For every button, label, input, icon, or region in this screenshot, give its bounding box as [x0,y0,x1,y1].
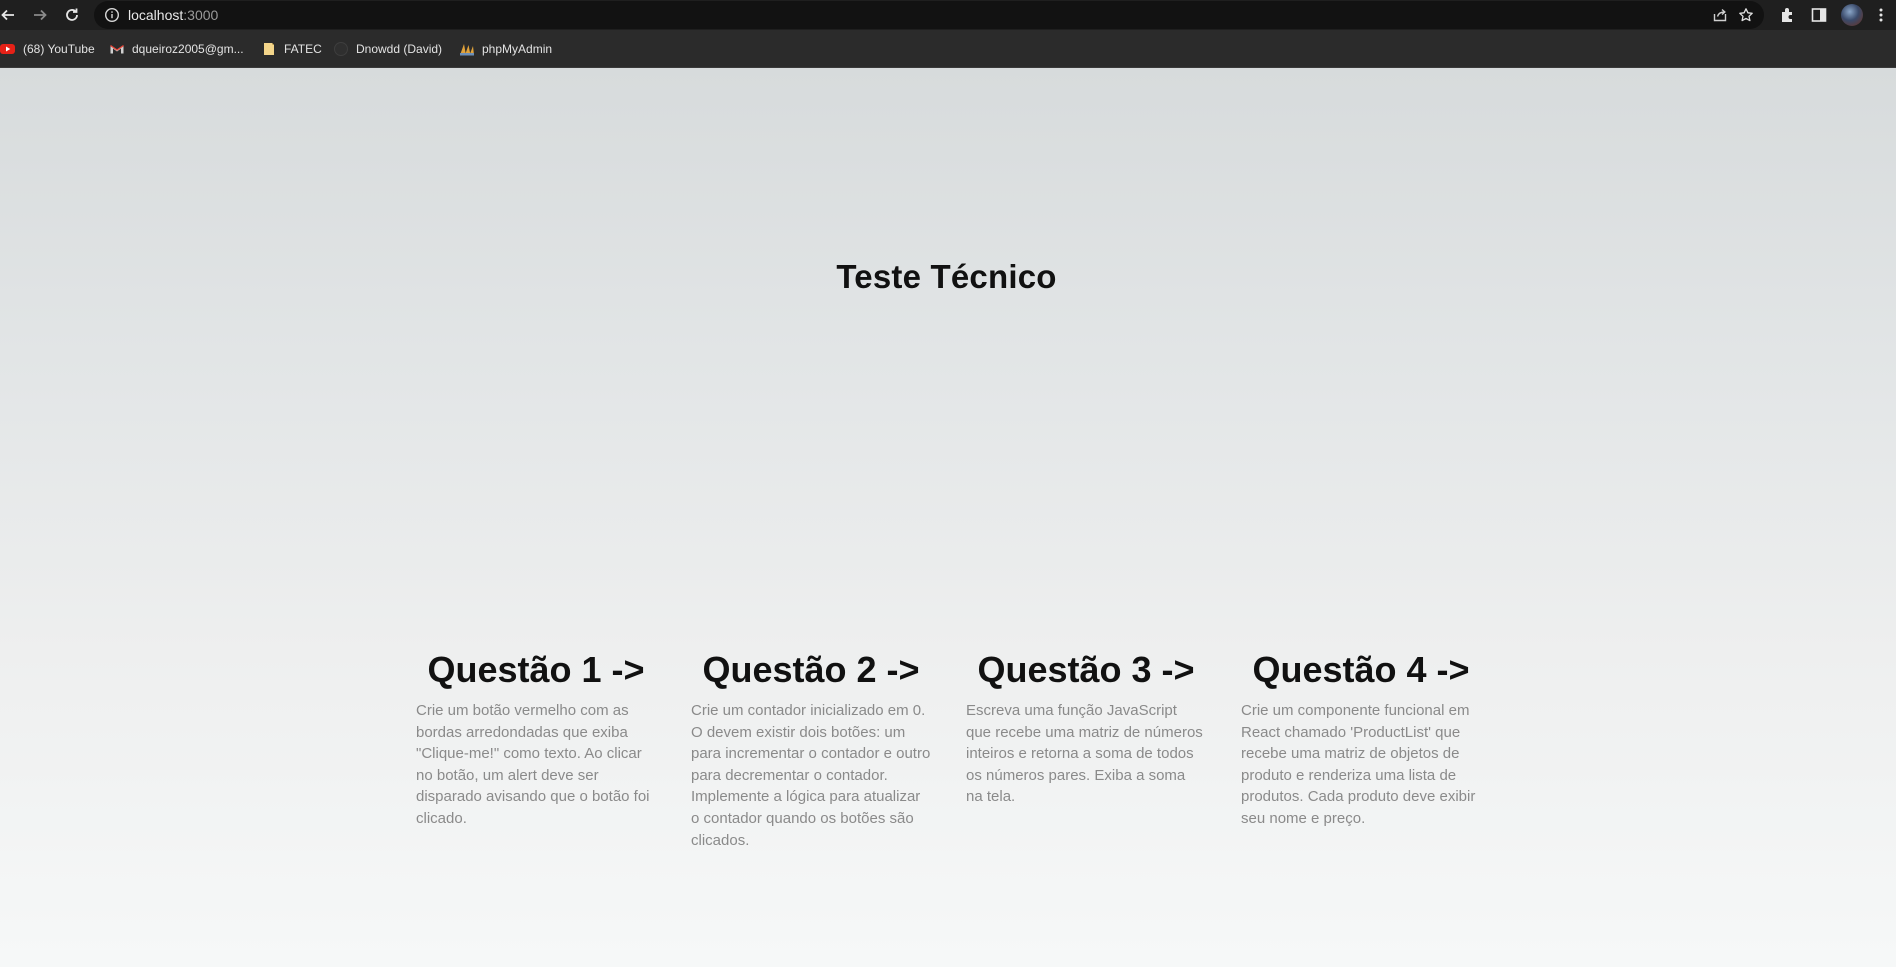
bookmark-label: phpMyAdmin [482,42,553,56]
question-2-link[interactable]: Questão 2 -> [691,648,931,692]
phpmyadmin-icon [459,41,475,57]
question-4-link[interactable]: Questão 4 -> [1241,648,1481,692]
question-card-2: Questão 2 -> Crie um contador inicializa… [691,648,931,851]
page-title: Teste Técnico [836,258,1057,295]
address-bar[interactable]: localhost:3000 [94,1,1764,29]
reload-icon [66,8,78,21]
question-card-1: Questão 1 -> Crie um botão vermelho com … [416,648,656,830]
question-card-4: Questão 4 -> Crie um componente funciona… [1241,648,1481,830]
gmail-icon [109,41,125,57]
bookmark-label: dqueiroz2005@gm... [132,42,244,56]
bookmark-star-icon[interactable] [1738,7,1754,23]
arrow-left-icon [1,9,14,21]
youtube-icon [0,41,16,57]
question-2-description: Crie um contador inicializado em 0. O de… [691,702,931,849]
arrow-right-icon [34,9,47,21]
bookmarks-bar: (68) YouTube dqueiroz2005@gm... FATEC Dn… [0,30,1896,68]
page-content: Teste Técnico Questão 1 -> Crie um botão… [0,68,1896,967]
bookmark-label: (68) YouTube [23,42,95,56]
url-port: :3000 [183,7,219,23]
question-1-description: Crie um botão vermelho com as bordas arr… [416,702,650,827]
reload-button[interactable] [60,3,84,27]
question-3-link[interactable]: Questão 3 -> [966,648,1206,692]
question-card-3: Questão 3 -> Escreva uma função JavaScri… [966,648,1206,808]
info-icon[interactable] [104,7,120,23]
bookmark-phpmyadmin[interactable]: phpMyAdmin [459,41,552,57]
bookmark-label: FATEC [284,42,322,56]
back-button[interactable] [0,3,20,27]
folder-icon [261,41,277,57]
question-4-description: Crie um componente funcional em React ch… [1241,702,1476,827]
bookmark-fatec[interactable]: FATEC [261,41,322,57]
share-icon[interactable] [1712,7,1728,23]
forward-button[interactable] [28,3,52,27]
bookmark-gmail[interactable]: dqueiroz2005@gm... [109,41,244,57]
profile-avatar[interactable] [1841,4,1863,26]
more-menu-icon[interactable] [1872,6,1890,24]
question-3-description: Escreva uma função JavaScript que recebe… [966,702,1203,806]
bookmark-label: Dnowdd (David) [356,42,443,56]
question-1-link[interactable]: Questão 1 -> [416,648,656,692]
url-text[interactable]: localhost:3000 [128,7,218,23]
bookmark-dnowdd[interactable]: Dnowdd (David) [333,41,442,57]
url-host: localhost [128,7,184,23]
github-icon [333,41,349,57]
side-panel-icon[interactable] [1810,6,1828,24]
browser-toolbar: localhost:3000 [0,0,1896,30]
extensions-icon[interactable] [1779,6,1797,24]
bookmark-youtube[interactable]: (68) YouTube [0,41,95,57]
